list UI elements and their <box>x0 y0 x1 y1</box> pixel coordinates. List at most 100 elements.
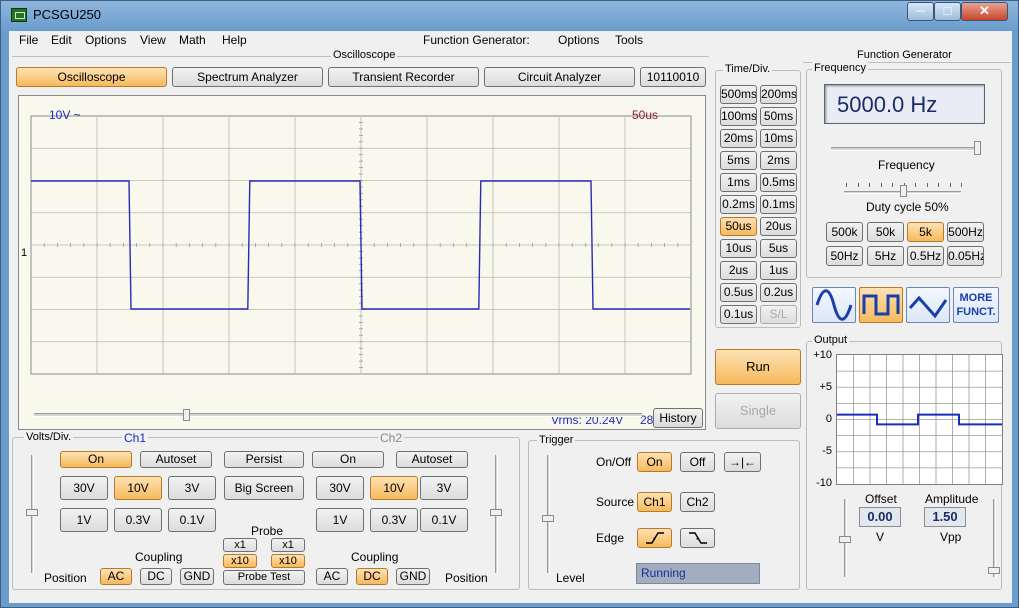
ch1-range-30v[interactable]: 30V <box>60 476 108 500</box>
ch1-autoset-button[interactable]: Autoset <box>140 451 212 468</box>
timediv-20us[interactable]: 20us <box>760 217 797 236</box>
trigger-on-button[interactable]: On <box>637 452 672 472</box>
amplitude-slider-thumb[interactable] <box>988 567 1000 574</box>
timediv-s-l[interactable]: S/L <box>760 305 797 324</box>
scope-display[interactable]: 10V ~ 50us 1 Vrms: 20.24V 28.3dBm <box>18 95 706 430</box>
ch1-range-0-3v[interactable]: 0.3V <box>114 508 162 532</box>
timediv-1us[interactable]: 1us <box>760 261 797 280</box>
menu-help[interactable]: Help <box>222 33 247 47</box>
ch2-coupling-dc[interactable]: DC <box>356 568 388 585</box>
tab-spectrum-analyzer[interactable]: Spectrum Analyzer <box>172 67 323 87</box>
fg-range-50k[interactable]: 50k <box>867 222 904 242</box>
timediv-1ms[interactable]: 1ms <box>720 173 757 192</box>
ch1-range-10v[interactable]: 10V <box>114 476 162 500</box>
ch1-range-0-1v[interactable]: 0.1V <box>168 508 216 532</box>
ch1-range-1v[interactable]: 1V <box>60 508 108 532</box>
ch1-on-button[interactable]: On <box>60 451 132 468</box>
menu-file[interactable]: File <box>19 33 38 47</box>
ch1-position-thumb[interactable] <box>26 509 38 516</box>
amplitude-slider-track[interactable] <box>993 499 996 577</box>
timediv-500ms[interactable]: 500ms <box>720 85 757 104</box>
ch2-range-0-1v[interactable]: 0.1V <box>420 508 468 532</box>
ch1-probe-x1[interactable]: x1 <box>223 538 257 552</box>
trigger-center-button[interactable]: →|← <box>724 452 761 472</box>
minimize-button[interactable]: ─ <box>907 2 934 21</box>
single-button[interactable]: Single <box>715 393 801 429</box>
run-button[interactable]: Run <box>715 349 801 385</box>
fg-range-50hz[interactable]: 50Hz <box>826 246 863 266</box>
timediv-5ms[interactable]: 5ms <box>720 151 757 170</box>
frequency-slider-track[interactable] <box>831 147 979 151</box>
ch1-coupling-ac[interactable]: AC <box>100 568 132 585</box>
fg-range-5k[interactable]: 5k <box>907 222 944 242</box>
ch2-probe-x10[interactable]: x10 <box>271 554 305 568</box>
ch2-range-10v[interactable]: 10V <box>370 476 418 500</box>
horizontal-position-thumb[interactable] <box>183 409 190 421</box>
fg-range-500hz[interactable]: 500Hz <box>947 222 984 242</box>
tab-oscilloscope[interactable]: Oscilloscope <box>16 67 167 87</box>
tab-digital[interactable]: 10110010 <box>640 67 706 87</box>
history-button[interactable]: History <box>653 408 703 428</box>
ch1-probe-x10[interactable]: x10 <box>223 554 257 568</box>
timediv-200ms[interactable]: 200ms <box>760 85 797 104</box>
menu-function-generator[interactable]: Function Generator: <box>423 33 530 47</box>
trigger-source-ch1[interactable]: Ch1 <box>637 492 672 512</box>
fg-range-5hz[interactable]: 5Hz <box>867 246 904 266</box>
tab-circuit-analyzer[interactable]: Circuit Analyzer <box>484 67 635 87</box>
offset-value[interactable]: 0.00 <box>859 507 901 527</box>
menu-edit[interactable]: Edit <box>51 33 72 47</box>
trigger-off-button[interactable]: Off <box>680 452 715 472</box>
menu-math[interactable]: Math <box>179 33 206 47</box>
ch1-range-3v[interactable]: 3V <box>168 476 216 500</box>
frequency-slider-thumb[interactable] <box>974 141 981 155</box>
square-wave-button[interactable] <box>859 287 903 323</box>
trigger-level-track[interactable] <box>547 455 550 573</box>
sine-wave-button[interactable] <box>812 287 856 323</box>
timediv-2ms[interactable]: 2ms <box>760 151 797 170</box>
trigger-source-ch2[interactable]: Ch2 <box>680 492 715 512</box>
triangle-wave-button[interactable] <box>906 287 950 323</box>
timediv-2us[interactable]: 2us <box>720 261 757 280</box>
ch2-position-thumb[interactable] <box>490 509 502 516</box>
ch2-range-3v[interactable]: 3V <box>420 476 468 500</box>
trigger-edge-falling[interactable] <box>680 528 715 548</box>
timediv-5us[interactable]: 5us <box>760 239 797 258</box>
probe-test-button[interactable]: Probe Test <box>223 570 305 585</box>
ch2-range-0-3v[interactable]: 0.3V <box>370 508 418 532</box>
menu-options[interactable]: Options <box>85 33 126 47</box>
maximize-button[interactable]: □ <box>934 2 961 21</box>
fg-range-0-5hz[interactable]: 0.5Hz <box>907 246 944 266</box>
timediv-0-2us[interactable]: 0.2us <box>760 283 797 302</box>
timediv-0-1ms[interactable]: 0.1ms <box>760 195 797 214</box>
menu-fg-options[interactable]: Options <box>558 33 599 47</box>
ch1-coupling-gnd[interactable]: GND <box>180 568 214 585</box>
tab-transient-recorder[interactable]: Transient Recorder <box>328 67 479 87</box>
more-functions-button[interactable]: MORE FUNCT. <box>953 287 999 323</box>
amplitude-value[interactable]: 1.50 <box>924 507 966 527</box>
ch1-coupling-dc[interactable]: DC <box>140 568 172 585</box>
ch2-on-button[interactable]: On <box>312 451 384 468</box>
offset-slider-thumb[interactable] <box>839 536 851 543</box>
ch2-coupling-gnd[interactable]: GND <box>396 568 430 585</box>
big-screen-button[interactable]: Big Screen <box>224 476 304 500</box>
timediv-0-5ms[interactable]: 0.5ms <box>760 173 797 192</box>
timediv-50ms[interactable]: 50ms <box>760 107 797 126</box>
trigger-edge-rising[interactable] <box>637 528 672 548</box>
duty-slider-thumb[interactable] <box>900 185 907 197</box>
fg-range-0-05hz[interactable]: 0.05Hz <box>947 246 984 266</box>
timediv-20ms[interactable]: 20ms <box>720 129 757 148</box>
persist-button[interactable]: Persist <box>224 451 304 468</box>
timediv-10ms[interactable]: 10ms <box>760 129 797 148</box>
menu-view[interactable]: View <box>140 33 166 47</box>
ch2-range-30v[interactable]: 30V <box>316 476 364 500</box>
ch2-autoset-button[interactable]: Autoset <box>396 451 468 468</box>
menu-tools[interactable]: Tools <box>615 33 643 47</box>
timediv-50us[interactable]: 50us <box>720 217 757 236</box>
horizontal-position-track[interactable] <box>34 413 642 417</box>
timediv-0-2ms[interactable]: 0.2ms <box>720 195 757 214</box>
ch2-probe-x1[interactable]: x1 <box>271 538 305 552</box>
ch2-range-1v[interactable]: 1V <box>316 508 364 532</box>
timediv-10us[interactable]: 10us <box>720 239 757 258</box>
fg-range-500k[interactable]: 500k <box>826 222 863 242</box>
timediv-0-5us[interactable]: 0.5us <box>720 283 757 302</box>
